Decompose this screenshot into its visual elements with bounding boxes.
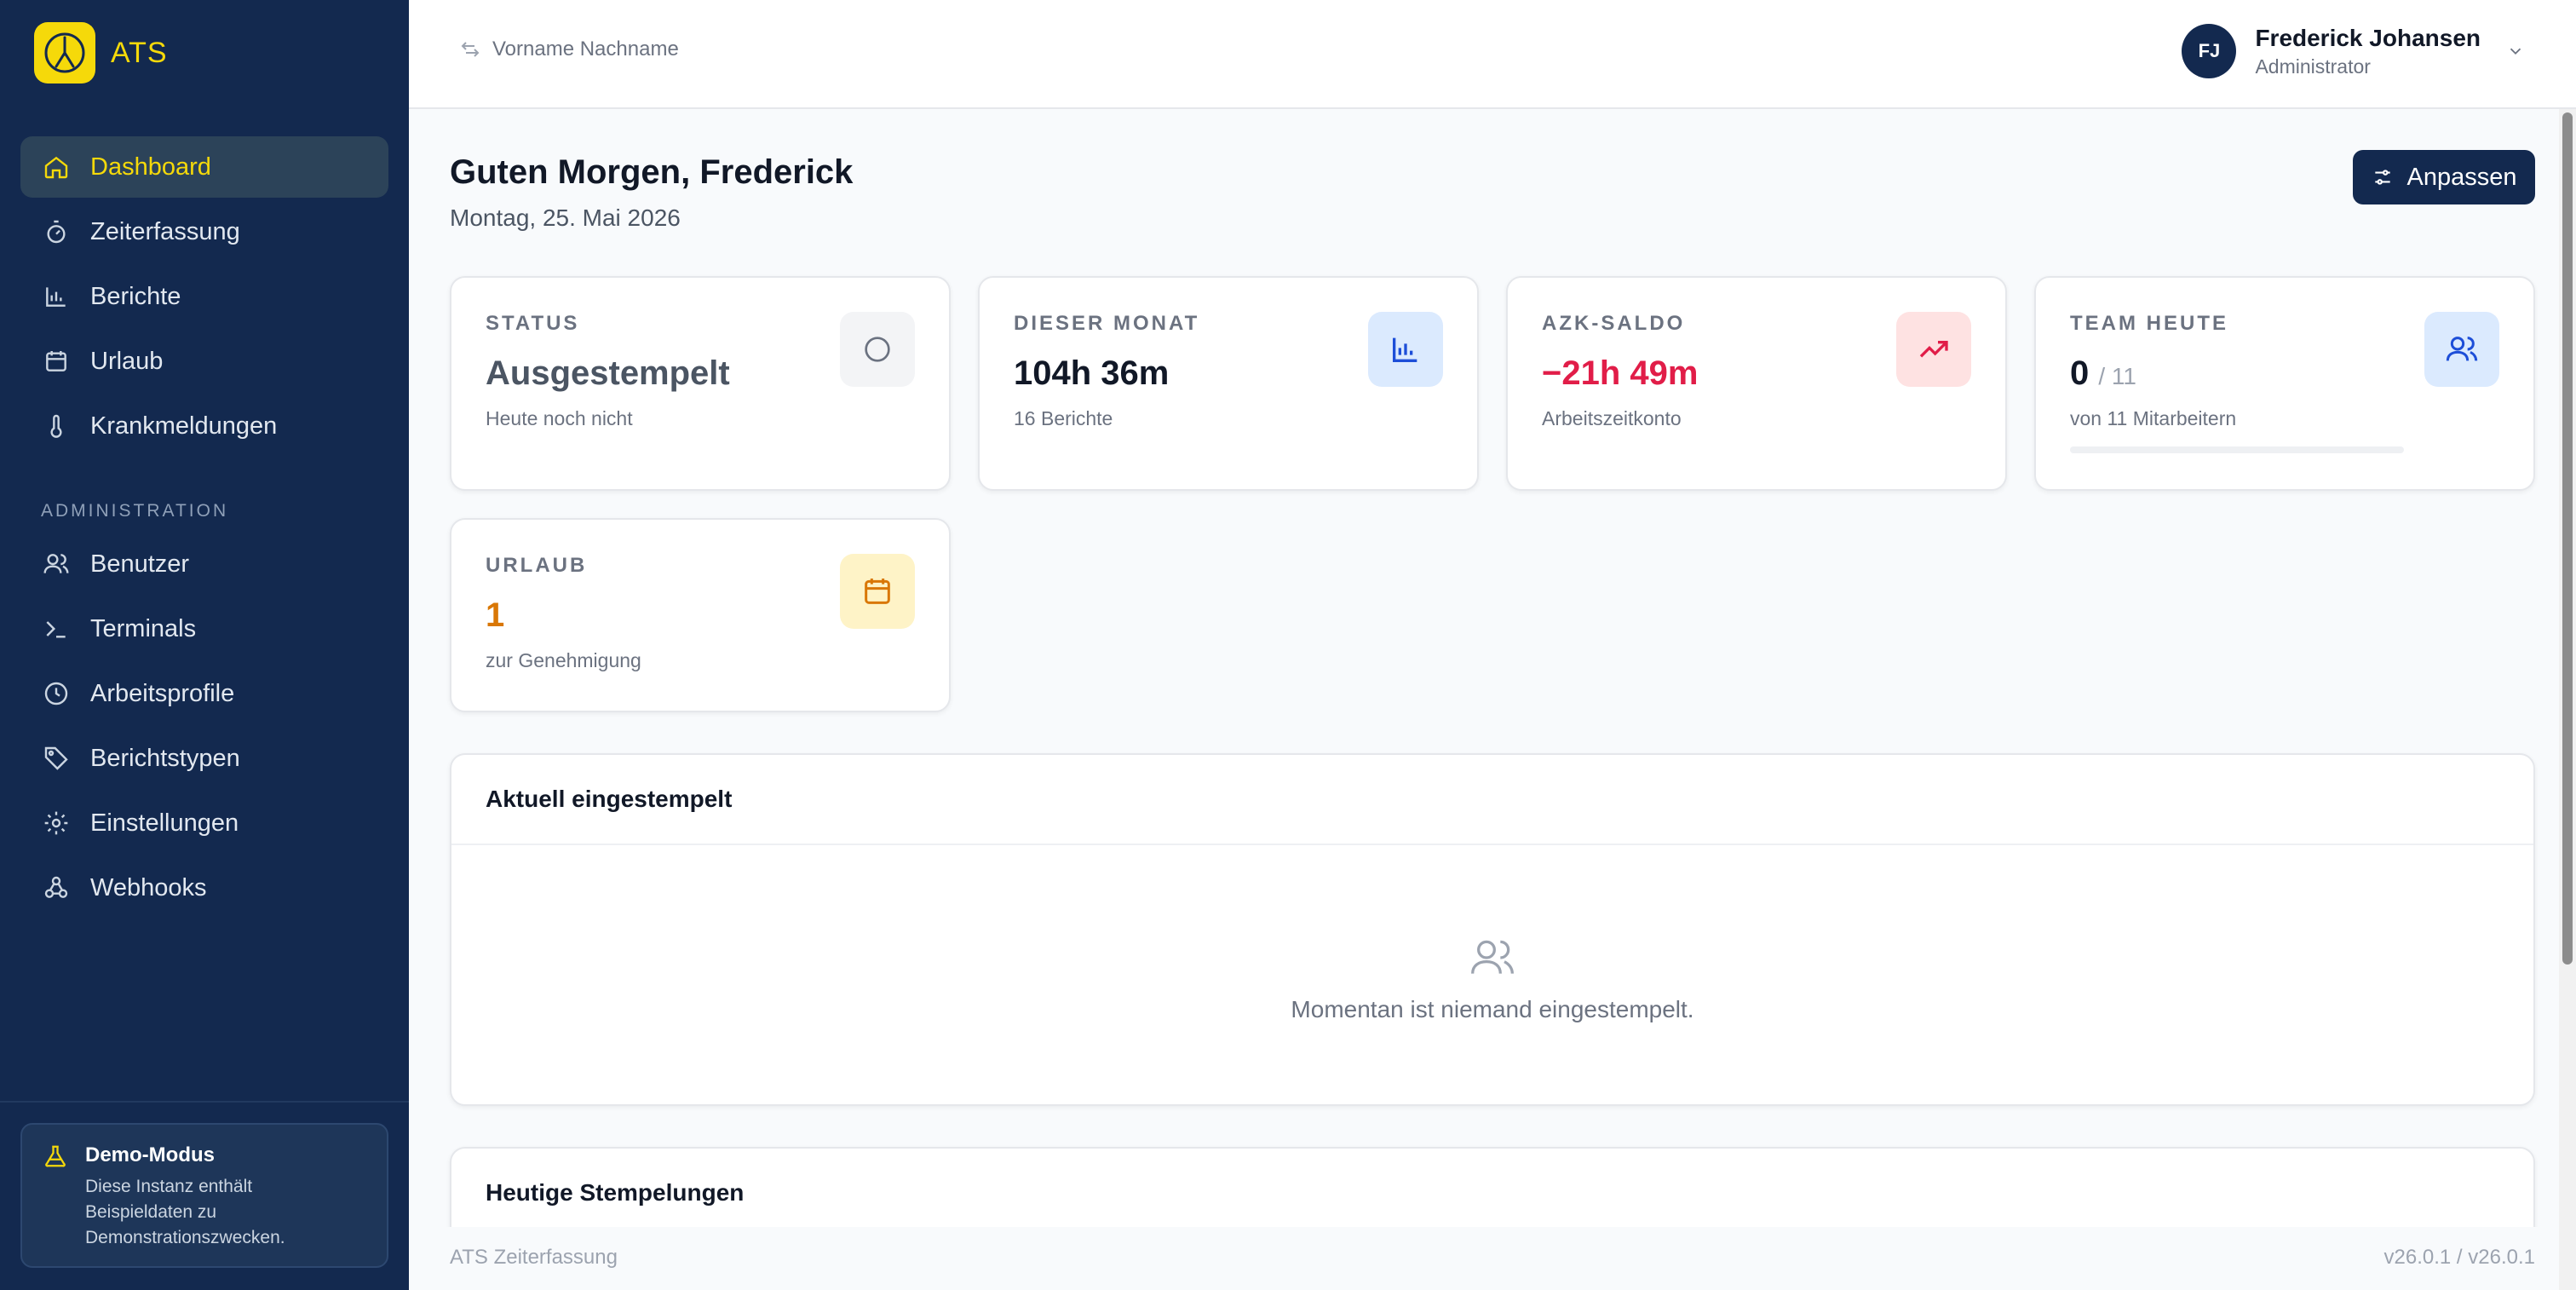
nav-item-einstellungen[interactable]: Einstellungen <box>20 792 388 854</box>
customize-button[interactable]: Anpassen <box>2353 150 2535 204</box>
stat-label: AZK-SALDO <box>1542 312 1686 335</box>
stat-card-month: DIESER MONAT 104h 36m 16 Berichte <box>978 276 1479 491</box>
user-role: Administrator <box>2255 55 2371 78</box>
users-icon <box>1471 940 1514 974</box>
stat-card-azk: AZK-SALDO −21h 49m Arbeitszeitkonto <box>1506 276 2007 491</box>
terminal-icon <box>41 613 72 644</box>
admin-nav: Benutzer Terminals Arbeitsprofile Berich… <box>20 533 388 922</box>
panel-title: Aktuell eingestempelt <box>486 786 733 812</box>
stat-card-vacation: URLAUB 1 zur Genehmigung <box>450 518 951 712</box>
team-progress <box>2070 446 2404 453</box>
stopwatch-icon <box>41 216 72 247</box>
panel-title: Heutige Stempelungen <box>486 1179 745 1206</box>
circle-icon <box>840 312 915 387</box>
nav-label: Webhooks <box>90 873 207 901</box>
stat-value: Ausgestempelt <box>486 354 730 392</box>
nav-item-berichte[interactable]: Berichte <box>20 266 388 327</box>
stat-label: TEAM HEUTE <box>2070 312 2228 335</box>
stat-sub: Arbeitszeitkonto <box>1542 407 1682 429</box>
demo-mode-notice: Demo-Modus Diese Instanz enthält Beispie… <box>20 1123 388 1268</box>
nav-item-krankmeldungen[interactable]: Krankmeldungen <box>20 395 388 457</box>
user-menu[interactable]: FJ Frederick Johansen Administrator <box>2182 24 2525 78</box>
nav-label: Berichtstypen <box>90 744 240 772</box>
nav-item-urlaub[interactable]: Urlaub <box>20 331 388 392</box>
nav-label: Terminals <box>90 614 197 642</box>
nav-label: Arbeitsprofile <box>90 679 235 707</box>
stat-value: 104h 36m <box>1014 354 1170 392</box>
stat-card-team: TEAM HEUTE 0 / 11 von 11 Mitarbeitern <box>2034 276 2535 491</box>
scrollbar-thumb[interactable] <box>2562 112 2573 965</box>
nav-item-dashboard[interactable]: Dashboard <box>20 136 388 198</box>
nav-label: Zeiterfassung <box>90 217 240 245</box>
main-nav: Dashboard Zeiterfassung Berichte Urlaub … <box>20 136 388 460</box>
nav-item-benutzer[interactable]: Benutzer <box>20 533 388 595</box>
users-icon <box>41 549 72 579</box>
sidebar: ATS Dashboard Zeiterfassung Berichte Url… <box>0 0 409 1290</box>
user-name: Frederick Johansen <box>2255 24 2481 51</box>
nav-item-terminals[interactable]: Terminals <box>20 598 388 659</box>
stat-sub: zur Genehmigung <box>486 649 641 671</box>
calendar-icon <box>41 346 72 377</box>
stat-value: 0 / 11 <box>2070 354 2136 393</box>
team-present-count: 0 <box>2070 354 2090 392</box>
logo-icon <box>34 22 95 84</box>
stat-card-status: STATUS Ausgestempelt Heute noch nicht <box>450 276 951 491</box>
topbar: Vorname Nachname FJ Frederick Johansen A… <box>409 0 2576 109</box>
customize-label: Anpassen <box>2406 163 2517 191</box>
stat-sub: Heute noch nicht <box>486 407 633 429</box>
nav-label: Benutzer <box>90 550 190 578</box>
user-switch[interactable]: Vorname Nachname <box>460 37 679 61</box>
nav-item-webhooks[interactable]: Webhooks <box>20 857 388 919</box>
user-switch-placeholder: Vorname Nachname <box>492 37 679 60</box>
nav-item-berichtstypen[interactable]: Berichtstypen <box>20 728 388 789</box>
stat-label: STATUS <box>486 312 580 335</box>
nav-label: Berichte <box>90 282 181 310</box>
chevron-down-icon <box>2510 48 2521 55</box>
page-title: Guten Morgen, Frederick <box>450 153 854 191</box>
stat-sub: 16 Berichte <box>1014 407 1113 429</box>
stat-label: DIESER MONAT <box>1014 312 1200 335</box>
clocked-in-panel: Aktuell eingestempelt Momentan ist niema… <box>450 753 2535 1106</box>
panel-divider <box>451 844 2533 845</box>
brand-name: ATS <box>111 36 168 69</box>
footer: ATS Zeiterfassung v26.0.1 / v26.0.1 <box>409 1227 2556 1290</box>
stat-value: −21h 49m <box>1542 354 1699 392</box>
empty-state: Momentan ist niemand eingestempelt. <box>451 934 2533 1023</box>
flask-icon <box>43 1143 73 1266</box>
stat-sub: von 11 Mitarbeitern <box>2070 407 2237 429</box>
nav-label: Einstellungen <box>90 809 239 837</box>
thermometer-icon <box>41 411 72 441</box>
sliders-icon <box>2374 170 2390 185</box>
clock-icon <box>41 678 72 709</box>
sidebar-divider <box>0 1101 409 1103</box>
nav-label: Krankmeldungen <box>90 412 278 440</box>
calendar-icon <box>840 554 915 629</box>
bar-chart-icon <box>41 281 72 312</box>
admin-section-label: ADMINISTRATION <box>41 501 229 521</box>
home-icon <box>41 152 72 182</box>
tag-icon <box>41 743 72 774</box>
footer-app-name: ATS Zeiterfassung <box>450 1246 618 1269</box>
nav-item-arbeitsprofile[interactable]: Arbeitsprofile <box>20 663 388 724</box>
demo-text: Diese Instanz enthält Beispieldaten zu D… <box>85 1177 285 1247</box>
swap-icon <box>461 42 480 57</box>
footer-version: v26.0.1 / v26.0.1 <box>2383 1246 2535 1269</box>
scrollbar[interactable] <box>2559 109 2576 1290</box>
stat-label: URLAUB <box>486 554 588 577</box>
current-date: Montag, 25. Mai 2026 <box>450 204 681 231</box>
nav-label: Urlaub <box>90 347 164 375</box>
empty-state-text: Momentan ist niemand eingestempelt. <box>1291 996 1694 1022</box>
demo-title: Demo-Modus <box>85 1143 215 1166</box>
nav-label: Dashboard <box>90 153 211 181</box>
brand[interactable]: ATS <box>34 22 168 84</box>
bar-chart-icon <box>1368 312 1443 387</box>
nav-item-zeiterfassung[interactable]: Zeiterfassung <box>20 201 388 262</box>
stat-value: 1 <box>486 596 505 634</box>
gear-icon <box>41 808 72 838</box>
trending-up-icon <box>1896 312 1971 387</box>
avatar: FJ <box>2182 24 2237 78</box>
users-icon <box>2424 312 2499 387</box>
webhook-icon <box>41 872 72 903</box>
team-total: / 11 <box>2098 363 2136 389</box>
